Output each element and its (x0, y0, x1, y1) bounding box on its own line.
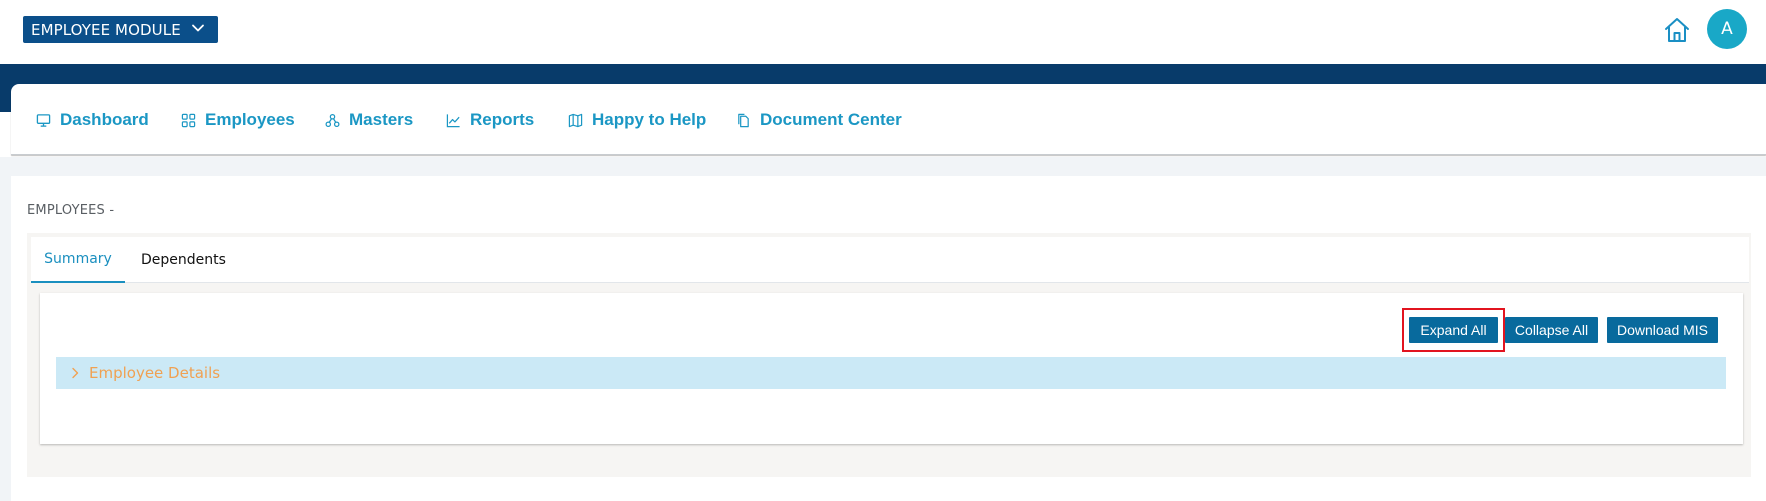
accordion-label: Employee Details (89, 364, 221, 382)
nav-item-label: Reports (470, 110, 535, 129)
grid-icon (181, 113, 196, 127)
nav-item-label: Masters (349, 110, 414, 129)
tab-label: Summary (44, 251, 112, 267)
tab-bar: Summary Dependents (31, 237, 1749, 283)
top-header: EMPLOYEE MODULE A (0, 0, 1766, 64)
collapse-all-button[interactable]: Collapse All (1505, 317, 1598, 343)
nav-item-reports[interactable]: Reports (446, 109, 534, 131)
tab-label: Dependents (141, 252, 226, 268)
tab-summary[interactable]: Summary (31, 237, 125, 283)
sitemap-icon (325, 113, 340, 127)
module-selector-label: EMPLOYEE MODULE (31, 20, 181, 39)
nav-item-employees[interactable]: Employees (181, 109, 295, 131)
chevron-right-icon (72, 367, 79, 379)
accordion-employee-details[interactable]: Employee Details (56, 357, 1726, 389)
nav-item-label: Document Center (760, 110, 902, 129)
nav-item-happy-to-help[interactable]: Happy to Help (568, 109, 706, 131)
chevron-down-icon (192, 24, 204, 32)
nav-item-document-center[interactable]: Document Center (736, 109, 902, 131)
nav-item-label: Employees (205, 110, 295, 129)
monitor-icon (36, 113, 51, 127)
line-chart-icon (446, 113, 460, 127)
page-title: EMPLOYEES - (27, 203, 115, 218)
home-icon[interactable] (1663, 16, 1691, 44)
tab-dependents[interactable]: Dependents (141, 237, 226, 283)
map-icon (568, 113, 583, 127)
expand-all-button[interactable]: Expand All (1409, 317, 1498, 343)
module-selector-dropdown[interactable]: EMPLOYEE MODULE (23, 16, 218, 43)
nav-item-masters[interactable]: Masters (325, 109, 413, 131)
user-avatar[interactable]: A (1707, 9, 1747, 49)
nav-item-label: Happy to Help (592, 110, 707, 129)
avatar-initial: A (1721, 19, 1733, 39)
main-navigation: Dashboard Employees Masters Reports Happ… (11, 84, 1766, 155)
download-mis-button[interactable]: Download MIS (1607, 317, 1718, 343)
nav-item-label: Dashboard (60, 110, 149, 129)
documents-icon (738, 113, 749, 127)
nav-item-dashboard[interactable]: Dashboard (36, 109, 149, 131)
